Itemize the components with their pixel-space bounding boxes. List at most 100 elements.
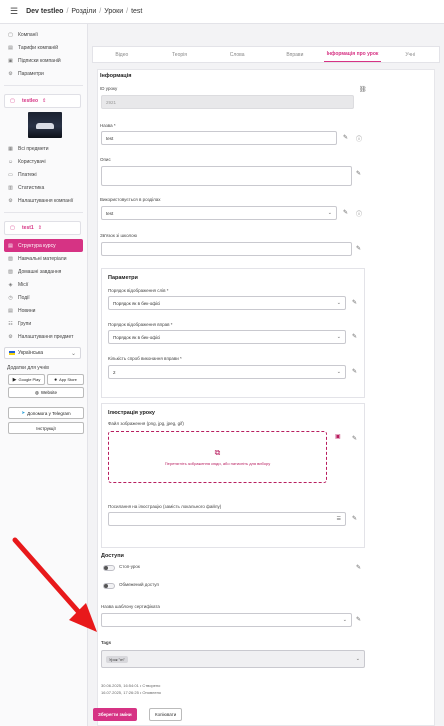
chevron-down-icon: ⌄ [355,656,360,662]
website-button[interactable]: ◍ Website [8,387,84,398]
exercises-order-select[interactable]: Порядок як в бек-офісі ⌄ [108,330,346,344]
name-input[interactable]: test [101,131,337,145]
sidebar-item-label: Місії [18,281,29,288]
breadcrumb-separator: / [66,8,69,15]
attempts-label: Кількість спроб виконання вправи * [108,356,182,361]
swap-icon: ⇕ [37,225,42,231]
sidebar-item-news[interactable]: ▤ Новини [0,304,87,317]
tab-2[interactable]: Слова [208,47,266,62]
google-play-button[interactable]: ▶ Google Play [8,374,45,385]
image-dropzone[interactable]: ⧉ Перетягніть зображення сюди, або натис… [108,431,327,483]
menu-icon[interactable]: ☰ [10,6,18,17]
sidebar-item-label: Всі предмети [18,145,49,152]
sidebar-item-tariff[interactable]: ▤ Тарифи компаній [0,41,87,54]
sidebar-item-groups[interactable]: ☷ Групи [0,317,87,330]
tab-5[interactable]: Учні [381,47,439,62]
used-in-sections-select[interactable]: test ⌄ [101,206,337,220]
edit-pencil-icon[interactable]: ✎ [343,209,348,216]
limited-access-label: Обмежений доступ [119,582,159,587]
exercises-order-value: Порядок як в бек-офісі [113,334,161,340]
language-select[interactable]: Українська ⌄ [4,347,81,359]
sidebar-item-gear[interactable]: ⚙ Параметри [0,67,87,80]
sidebar-item-stats[interactable]: ▥ Статистика [0,181,87,194]
help-icon[interactable]: ⓘ [356,209,362,218]
chevron-down-icon: ⌄ [336,334,341,340]
edit-pencil-icon[interactable]: ✎ [356,245,361,252]
tag-chip[interactable]: Урок "m" [106,655,128,663]
link-icon[interactable]: ⛓ [359,86,367,93]
missions-icon: ◈ [8,281,13,288]
edit-pencil-icon[interactable]: ✎ [352,515,357,522]
settings-icon: ⚙ [8,197,13,204]
updated-timestamp: 16.07.2025, 17:26:25 • Оновлено [101,690,162,695]
exercises-order-label: Порядок відображення вправ * [108,322,173,327]
tab-0[interactable]: Відео [93,47,151,62]
instructions-button[interactable]: Інструкції [8,422,84,434]
org-switcher-test1[interactable]: ▢ test1 ⇕ [4,221,81,235]
sidebar-item-subjects[interactable]: ▦ Всі предмети [0,142,87,155]
groups-icon: ☷ [8,320,13,327]
created-timestamp: 30.06.2025, 16:54:01 • Створено [101,683,161,688]
copy-button[interactable]: Копіювати [149,708,183,721]
chevron-down-icon: ⌄ [336,300,341,306]
sidebar-item-payments[interactable]: ▭ Платежі [0,168,87,181]
used-in-sections-value: test [106,210,114,216]
sidebar-item-users[interactable]: ☺ Користувачі [0,155,87,168]
telegram-help-button[interactable]: ➤ Допомога у Telegram [8,407,84,419]
attempts-select[interactable]: 2 ⌄ [108,365,346,379]
edit-pencil-icon[interactable]: ✎ [356,170,361,177]
website-label: Website [40,390,58,395]
breadcrumb-sections[interactable]: Розділи [71,8,96,15]
sidebar-item-label: Користувачі [18,158,46,165]
sidebar-item-settings[interactable]: ⚙ Налаштування компанії [0,194,87,207]
help-icon[interactable]: ⓘ [356,134,362,143]
image-url-input[interactable]: ☰ [108,512,346,526]
words-order-select[interactable]: Порядок як в бек-офісі ⌄ [108,296,346,310]
tab-1[interactable]: Теорія [151,47,209,62]
sidebar-item-events[interactable]: ◷ Події [0,291,87,304]
sidebar-item-building[interactable]: ▢ Компанії [0,28,87,41]
school-link-label: Зв'язок зі школою [100,233,138,238]
breadcrumb-company[interactable]: Dev testleo [26,8,63,15]
name-value: test [106,135,114,141]
limited-access-toggle[interactable] [103,583,115,589]
sidebar-item-course-structure[interactable]: ▤ Структура курсу [4,239,83,252]
org-switcher-testleo[interactable]: ▢ testleo ⇕ [4,94,81,108]
edit-pencil-icon[interactable]: ✎ [343,134,348,141]
tab-3[interactable]: Вправи [266,47,324,62]
edit-pencil-icon[interactable]: ✎ [356,564,361,571]
edit-pencil-icon[interactable]: ✎ [352,435,357,442]
sidebar-item-subscription[interactable]: ▣ Підписки компаній [0,54,87,67]
tags-select[interactable]: Урок "m" ⌄ [101,650,365,668]
users-icon: ☺ [7,158,14,165]
app-store-label: App Store [59,377,77,382]
words-order-label: Порядок відображення слів * [108,288,169,293]
main-content: Відео Теорія Слова Вправи Інформація про уро… [92,46,440,726]
edit-pencil-icon[interactable]: ✎ [352,368,357,375]
sidebar-item-label: Статистика [18,184,45,191]
certificate-select[interactable]: ⌄ [101,613,352,627]
lesson-id-field: 2921 [101,95,354,109]
image-gallery-icon[interactable]: ▣ [335,433,341,440]
org-logo [28,112,62,138]
school-link-input[interactable] [101,242,352,256]
description-input[interactable] [101,166,352,186]
sidebar-item-missions[interactable]: ◈ Місії [0,278,87,291]
breadcrumb-lessons[interactable]: Уроки [104,8,123,15]
sidebar-item-label: Налаштування компанії [18,197,74,204]
tab-4[interactable]: Інформація про урок [323,47,382,62]
sidebar-item-label: Тарифи компаній [18,44,59,51]
stop-lesson-toggle[interactable] [103,565,115,571]
edit-pencil-icon[interactable]: ✎ [352,299,357,306]
app-store-button[interactable]: ● App Store [47,374,84,385]
save-changes-button[interactable]: Зберегти зміни [93,708,137,721]
tags-label: Tags [101,640,112,645]
edit-pencil-icon[interactable]: ✎ [356,616,361,623]
edit-pencil-icon[interactable]: ✎ [352,333,357,340]
homework-icon: ▨ [8,268,13,275]
sidebar-item-subject-settings[interactable]: ⚙ Налаштування предмет [0,330,87,343]
apps-label: Додатки для учнів [7,365,49,371]
sidebar-item-homework[interactable]: ▨ Домашні завдання [0,265,87,278]
payments-icon: ▭ [8,171,13,178]
sidebar-item-materials[interactable]: ▧ Навчальні матеріали [0,252,87,265]
